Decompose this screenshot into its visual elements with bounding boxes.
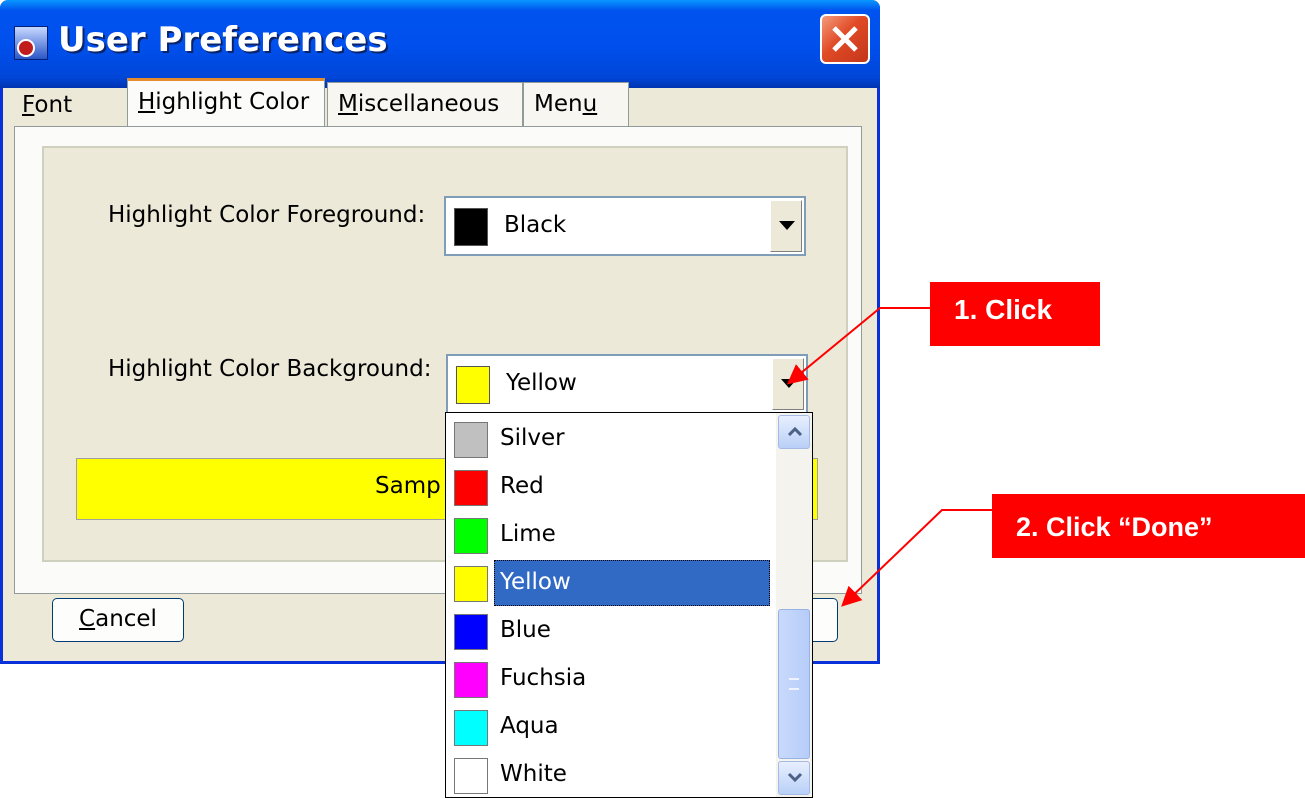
- list-item-label: Yellow: [500, 569, 571, 595]
- arrow-step-2: [841, 509, 992, 607]
- arrow-step-1: [786, 307, 930, 385]
- annotation-arrows: [786, 307, 992, 607]
